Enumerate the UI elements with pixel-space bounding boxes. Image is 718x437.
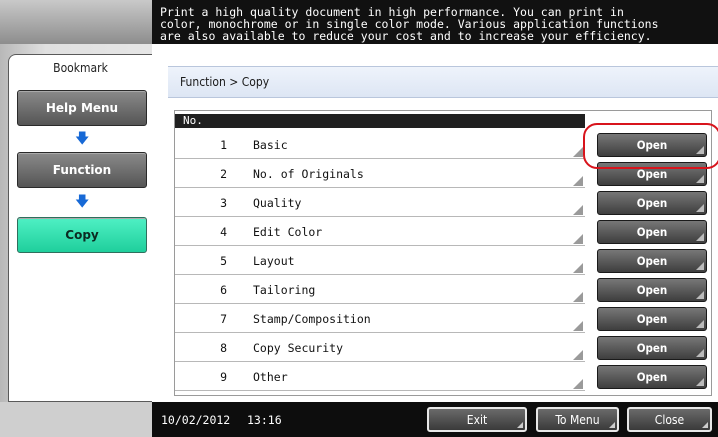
row-divider [175, 390, 585, 391]
item-label: No. of Originals [253, 167, 364, 181]
corner-mark-icon [696, 349, 704, 357]
status-bar: 10/02/2012 13:16 Exit To Menu Close [152, 402, 718, 437]
corner-mark-icon [573, 321, 583, 331]
list-item[interactable]: 7 Stamp/Composition [175, 305, 585, 333]
bookmark-panel: Bookmark Help Menu 🡇 Function 🡇 Copy [8, 54, 152, 402]
corner-mark-icon [573, 263, 583, 273]
corner-mark-icon [696, 378, 704, 386]
corner-mark-icon [573, 292, 583, 302]
item-label: Edit Color [253, 225, 323, 239]
row-divider [175, 187, 585, 188]
highlight-ring [583, 123, 718, 169]
item-number: 1 [220, 138, 227, 152]
sidebar-item-copy[interactable]: Copy [17, 217, 147, 253]
copy-function-screen: Print a high quality document in high pe… [0, 0, 718, 437]
open-button-label: Open [636, 312, 668, 326]
corner-mark-icon [696, 233, 704, 241]
open-button[interactable]: Open [597, 249, 707, 273]
sidebar-item-help-menu[interactable]: Help Menu [17, 90, 147, 126]
to-menu-button-label: To Menu [555, 412, 600, 427]
date-display: 10/02/2012 [161, 413, 231, 427]
top-left-bar [0, 0, 152, 44]
item-label: Layout [253, 254, 295, 268]
item-number: 4 [220, 225, 227, 239]
item-number: 6 [220, 283, 227, 297]
to-menu-button[interactable]: To Menu [536, 407, 619, 432]
arrow-down-icon: 🡇 [75, 131, 90, 147]
message-area: Print a high quality document in high pe… [152, 0, 718, 44]
open-button[interactable]: Open [597, 278, 707, 302]
row-divider [175, 274, 585, 275]
close-button-label: Close [654, 412, 685, 427]
item-label: Other [253, 370, 288, 384]
message-line: are also available to reduce your cost a… [160, 29, 652, 43]
open-button-label: Open [636, 370, 668, 384]
corner-mark-icon [573, 379, 583, 389]
list-item[interactable]: 4 Edit Color [175, 218, 585, 246]
item-number: 9 [220, 370, 227, 384]
open-button-label: Open [636, 341, 668, 355]
corner-mark-icon [609, 422, 615, 428]
corner-mark-icon [702, 422, 708, 428]
list-item[interactable]: 5 Layout [175, 247, 585, 275]
list-item[interactable]: 2 No. of Originals [175, 160, 585, 188]
row-divider [175, 216, 585, 217]
corner-mark-icon [696, 204, 704, 212]
exit-button-label: Exit [466, 412, 488, 427]
corner-mark-icon [573, 147, 583, 157]
open-button[interactable]: Open [597, 336, 707, 360]
item-label: Stamp/Composition [253, 312, 371, 326]
open-button-label: Open [636, 254, 668, 268]
corner-mark-icon [696, 320, 704, 328]
list-item[interactable]: 1 Basic [175, 131, 585, 159]
item-label: Basic [253, 138, 288, 152]
item-label: Quality [253, 196, 302, 210]
list-item[interactable]: 3 Quality [175, 189, 585, 217]
bottom-left-bar [0, 402, 152, 437]
row-divider [175, 158, 585, 159]
item-number: 7 [220, 312, 227, 326]
list-item[interactable]: 8 Copy Security [175, 334, 585, 362]
item-label: Copy Security [253, 341, 344, 355]
item-label: Tailoring [253, 283, 316, 297]
breadcrumb-bar: Function > Copy [168, 66, 718, 98]
item-number: 3 [220, 196, 227, 210]
corner-mark-icon [573, 205, 583, 215]
main-content: Function > Copy No. 1 Basic Open 2 No. of Or… [152, 44, 718, 402]
list-item[interactable]: 6 Tailoring [175, 276, 585, 304]
corner-mark-icon [573, 350, 583, 360]
row-divider [175, 245, 585, 246]
corner-mark-icon [573, 176, 583, 186]
list-item[interactable]: 9 Other [175, 363, 585, 391]
time-display: 13:16 [247, 413, 282, 427]
arrow-down-icon: 🡇 [75, 194, 90, 210]
corner-mark-icon [696, 262, 704, 270]
open-button-label: Open [636, 225, 668, 239]
sidebar-item-function[interactable]: Function [17, 152, 147, 188]
breadcrumb: Function > Copy [180, 75, 270, 89]
open-button-label: Open [636, 167, 668, 181]
open-button[interactable]: Open [597, 365, 707, 389]
item-number: 2 [220, 167, 227, 181]
item-number: 8 [220, 341, 227, 355]
row-divider [175, 332, 585, 333]
corner-mark-icon [573, 234, 583, 244]
close-button[interactable]: Close [627, 407, 712, 432]
open-button[interactable]: Open [597, 191, 707, 215]
sidebar: Bookmark Help Menu 🡇 Function 🡇 Copy [0, 44, 152, 402]
item-number: 5 [220, 254, 227, 268]
exit-button[interactable]: Exit [427, 407, 527, 432]
open-button[interactable]: Open [597, 307, 707, 331]
column-header-no: No. [183, 114, 203, 127]
corner-mark-icon [517, 422, 523, 428]
corner-mark-icon [696, 291, 704, 299]
open-button[interactable]: Open [597, 220, 707, 244]
row-divider [175, 361, 585, 362]
corner-mark-icon [696, 175, 704, 183]
open-button-label: Open [636, 283, 668, 297]
list-header: No. [175, 114, 585, 128]
bookmark-title: Bookmark [53, 61, 108, 75]
open-button-label: Open [636, 196, 668, 210]
row-divider [175, 303, 585, 304]
